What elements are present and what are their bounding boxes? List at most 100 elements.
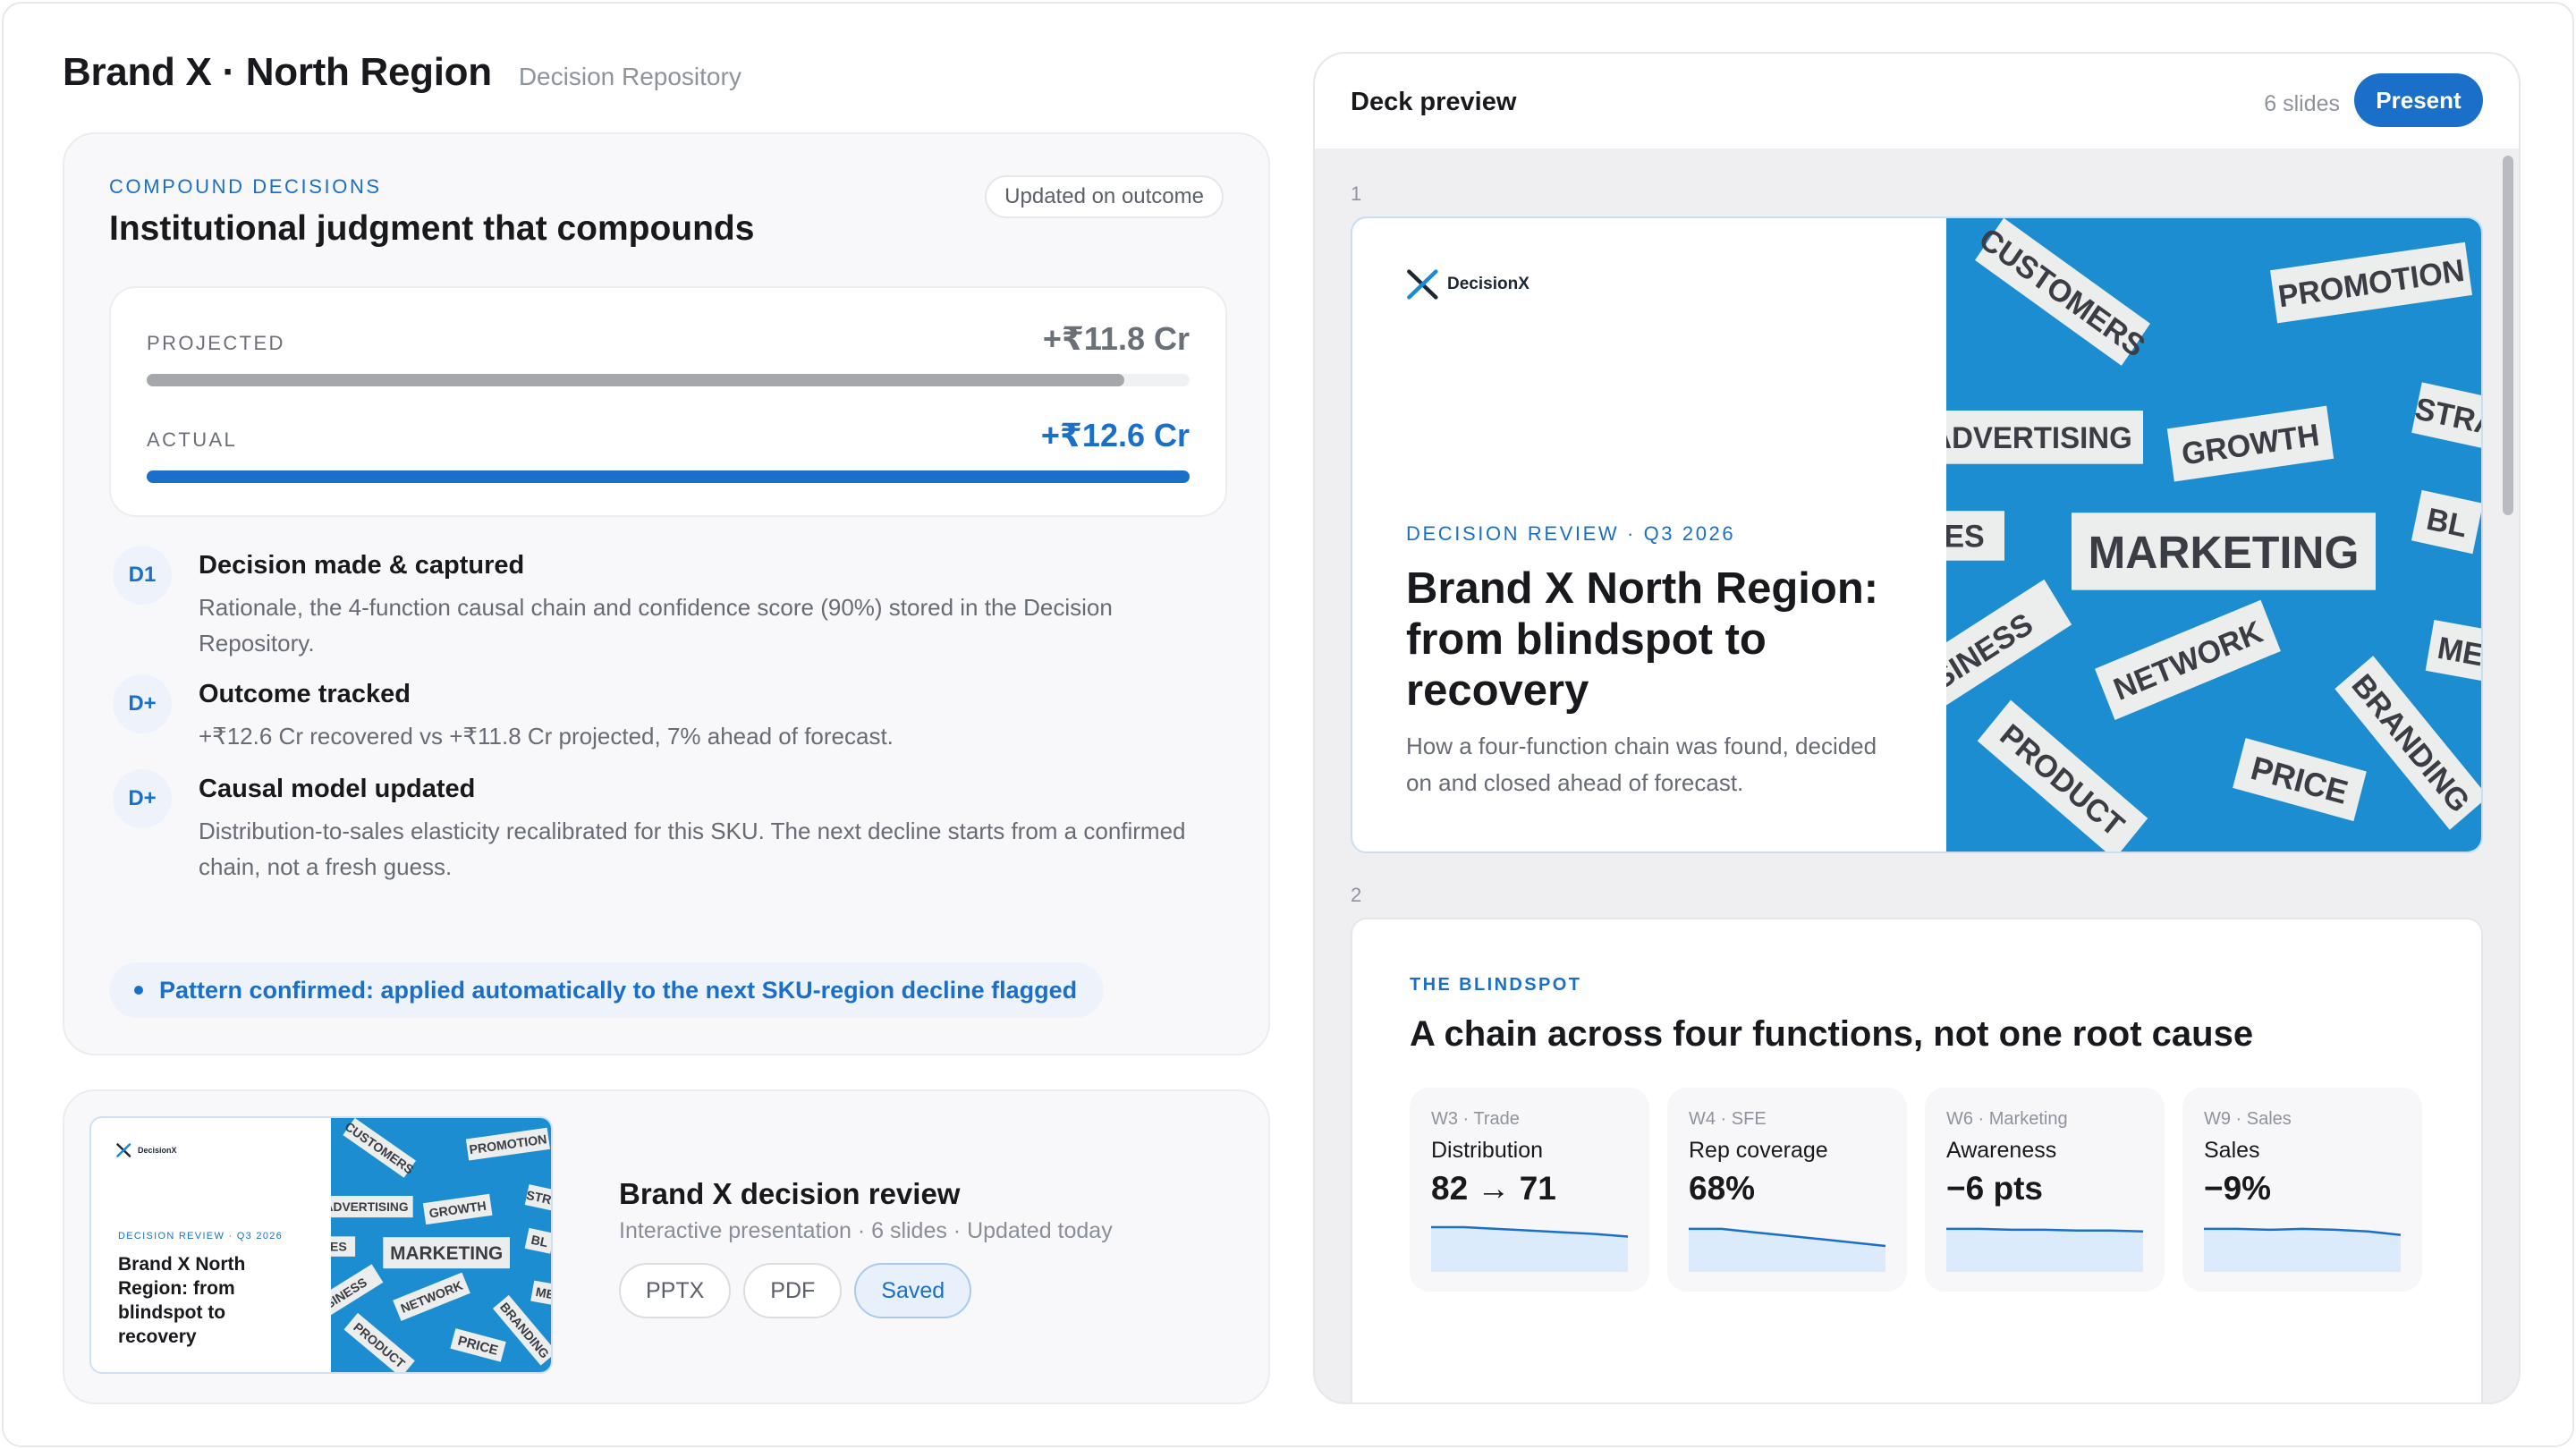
slide-1-eyebrow: DECISION REVIEW · Q3 2026 bbox=[1406, 522, 1736, 545]
actual-label: ACTUAL bbox=[147, 428, 238, 451]
kpi-card-rep-coverage: W4 · SFE Rep coverage 68% bbox=[1667, 1088, 1907, 1292]
projected-bar bbox=[147, 374, 1190, 386]
slide-number: 2 bbox=[1351, 884, 1362, 906]
projected-label: PROJECTED bbox=[147, 332, 285, 354]
deck-thumbnail[interactable]: DecisionX DECISION REVIEW · Q3 2026 Bran… bbox=[89, 1116, 553, 1374]
section-eyebrow: COMPOUND DECISIONS bbox=[109, 175, 382, 198]
slide-number: 1 bbox=[1351, 182, 1362, 205]
pattern-confirmed-banner: Pattern confirmed: applied automatically… bbox=[109, 962, 1105, 1018]
word-tag: ES bbox=[1924, 511, 2004, 561]
saved-button[interactable]: Saved bbox=[854, 1263, 972, 1318]
kpi-name: Sales bbox=[2204, 1138, 2260, 1163]
deck-scrollbar[interactable] bbox=[2503, 156, 2513, 515]
kpi-week: W3 · Trade bbox=[1431, 1109, 1520, 1129]
deck-file-title: Brand X decision review bbox=[619, 1177, 961, 1210]
decisionx-logo: DecisionX bbox=[1406, 268, 1530, 301]
sparkline-area bbox=[2204, 1228, 2401, 1272]
step-description: Distribution-to-sales elasticity recalib… bbox=[199, 818, 1186, 880]
updated-pill: Updated on outcome bbox=[985, 175, 1224, 218]
kpi-week: W6 · Marketing bbox=[1946, 1109, 2068, 1129]
projected-bar-fill bbox=[147, 374, 1124, 386]
projected-value: +₹11.8 Cr bbox=[1042, 320, 1190, 357]
step-description: Rationale, the 4-function causal chain a… bbox=[199, 594, 1113, 657]
kpi-value: 68% bbox=[1689, 1170, 1756, 1207]
step-badge: D+ bbox=[113, 769, 172, 828]
decisionx-logo-icon bbox=[116, 1143, 131, 1157]
deck-file-meta: Interactive presentation · 6 slides · Up… bbox=[619, 1218, 1113, 1243]
kpi-card-sales: W9 · Sales Sales −9% bbox=[2182, 1088, 2422, 1292]
thumbnail-title: Brand X North Region: from blindspot to … bbox=[118, 1254, 246, 1347]
projection-panel: PROJECTED +₹11.8 Cr ACTUAL +₹12.6 Cr bbox=[109, 286, 1227, 517]
step-title: Decision made & captured bbox=[199, 551, 525, 580]
step-badge: D1 bbox=[113, 546, 172, 605]
word-tag: ADVERTISING bbox=[319, 1195, 413, 1218]
slide-1-image: CUSTOMERS PROMOTION ADVERTISING GROWTH STRA M… bbox=[1892, 218, 2481, 852]
kpi-sparkline bbox=[1946, 1227, 2143, 1272]
slide-1-text-panel: DecisionX DECISION REVIEW · Q3 2026 Bran… bbox=[1352, 218, 1946, 852]
decisionx-logo-icon bbox=[1407, 269, 1438, 300]
slide-2[interactable]: THE BLINDSPOT A chain across four functi… bbox=[1351, 918, 2483, 1402]
actual-value: +₹12.6 Cr bbox=[1040, 417, 1190, 453]
decisionx-logo: DecisionX bbox=[116, 1143, 177, 1157]
kpi-card-awareness: W6 · Marketing Awareness −6 pts bbox=[1925, 1088, 2165, 1292]
step-description: +₹12.6 Cr recovered vs +₹11.8 Cr project… bbox=[199, 723, 894, 750]
page-subtitle: Decision Repository bbox=[518, 63, 741, 90]
kpi-card-distribution: W3 · Trade Distribution 82 → 71 bbox=[1410, 1088, 1649, 1292]
deck-preview-header: Deck preview 6 slides Present bbox=[1315, 54, 2519, 150]
present-button[interactable]: Present bbox=[2354, 73, 2483, 127]
word-tag-label: ADVERTISING bbox=[331, 1200, 409, 1214]
sparkline-area bbox=[1946, 1228, 2143, 1272]
kpi-row: W3 · Trade Distribution 82 → 71 W4 · SFE… bbox=[1410, 1088, 2422, 1292]
word-tag-label: ES bbox=[1946, 520, 1985, 555]
actual-row: ACTUAL +₹12.6 Cr bbox=[147, 417, 1190, 454]
thumbnail-image: CUSTOMERS PROMOTION ADVERTISING GROWTH STRA M… bbox=[308, 1118, 551, 1372]
banner-text: Pattern confirmed: applied automatically… bbox=[159, 976, 1078, 1004]
pptx-button[interactable]: PPTX bbox=[619, 1263, 732, 1318]
marketing-words-image: CUSTOMERS PROMOTIONADVERTISING GROWTHSTRAM… bbox=[1892, 218, 2481, 852]
word-tag-label: ADVERTISING bbox=[1946, 422, 2132, 456]
thumbnail-text-panel: DecisionX DECISION REVIEW · Q3 2026 Bran… bbox=[91, 1118, 331, 1372]
app-window: Brand X · North Region Decision Reposito… bbox=[2, 2, 2574, 1447]
step-badge: D+ bbox=[113, 674, 172, 733]
projected-row: PROJECTED +₹11.8 Cr bbox=[147, 320, 1190, 358]
actual-bar bbox=[147, 470, 1190, 483]
word-tag-label: ES bbox=[331, 1240, 347, 1254]
word-tag: MARKETING bbox=[383, 1237, 510, 1269]
deck-preview-title: Deck preview bbox=[1351, 88, 1517, 116]
word-tag: ES bbox=[321, 1236, 356, 1257]
kpi-sparkline bbox=[2204, 1227, 2401, 1272]
word-tag: MARKETING bbox=[2072, 513, 2376, 590]
kpi-value: 82 → 71 bbox=[1431, 1170, 1556, 1207]
step-title: Causal model updated bbox=[199, 775, 476, 803]
pdf-button[interactable]: PDF bbox=[743, 1263, 843, 1318]
slide-1-subtitle: How a four-function chain was found, dec… bbox=[1406, 733, 1877, 796]
slide-1[interactable]: DecisionX DECISION REVIEW · Q3 2026 Bran… bbox=[1351, 216, 2483, 853]
kpi-name: Rep coverage bbox=[1689, 1138, 1828, 1163]
slide-2-eyebrow: THE BLINDSPOT bbox=[1410, 975, 1582, 995]
word-tag: ADVERTISING bbox=[1919, 411, 2143, 464]
deck-file-card[interactable]: DecisionX DECISION REVIEW · Q3 2026 Bran… bbox=[63, 1089, 1270, 1404]
export-chips: PPTX PDF Saved bbox=[619, 1263, 972, 1318]
kpi-name: Distribution bbox=[1431, 1138, 1544, 1163]
page-header: Brand X · North Region Decision Reposito… bbox=[63, 50, 741, 95]
word-tag-label: MARKETING bbox=[390, 1243, 503, 1264]
status-dot-icon bbox=[134, 986, 143, 995]
section-title: Institutional judgment that compounds bbox=[109, 209, 755, 248]
kpi-value: −6 pts bbox=[1946, 1170, 2043, 1207]
step-title: Outcome tracked bbox=[199, 680, 411, 708]
kpi-week: W9 · Sales bbox=[2204, 1109, 2292, 1129]
actual-bar-fill bbox=[147, 470, 1190, 483]
word-tag-label: MARKETING bbox=[2089, 526, 2360, 578]
kpi-name: Awareness bbox=[1946, 1138, 2057, 1163]
slide-2-title: A chain across four functions, not one r… bbox=[1410, 1014, 2254, 1054]
slide-count: 6 slides bbox=[2264, 91, 2340, 116]
page-title: Brand X · North Region bbox=[63, 50, 492, 94]
step-model-updated: D+ Causal model updated Distribution-to-… bbox=[113, 769, 1215, 885]
kpi-sparkline bbox=[1431, 1225, 1628, 1272]
step-decision-captured: D1 Decision made & captured Rationale, t… bbox=[113, 546, 1215, 661]
kpi-sparkline bbox=[1689, 1227, 1885, 1272]
kpi-value: −9% bbox=[2204, 1170, 2272, 1207]
compound-decisions-card: COMPOUND DECISIONS Institutional judgmen… bbox=[63, 132, 1270, 1055]
kpi-week: W4 · SFE bbox=[1689, 1109, 1767, 1129]
step-outcome-tracked: D+ Outcome tracked +₹12.6 Cr recovered v… bbox=[113, 674, 1215, 754]
